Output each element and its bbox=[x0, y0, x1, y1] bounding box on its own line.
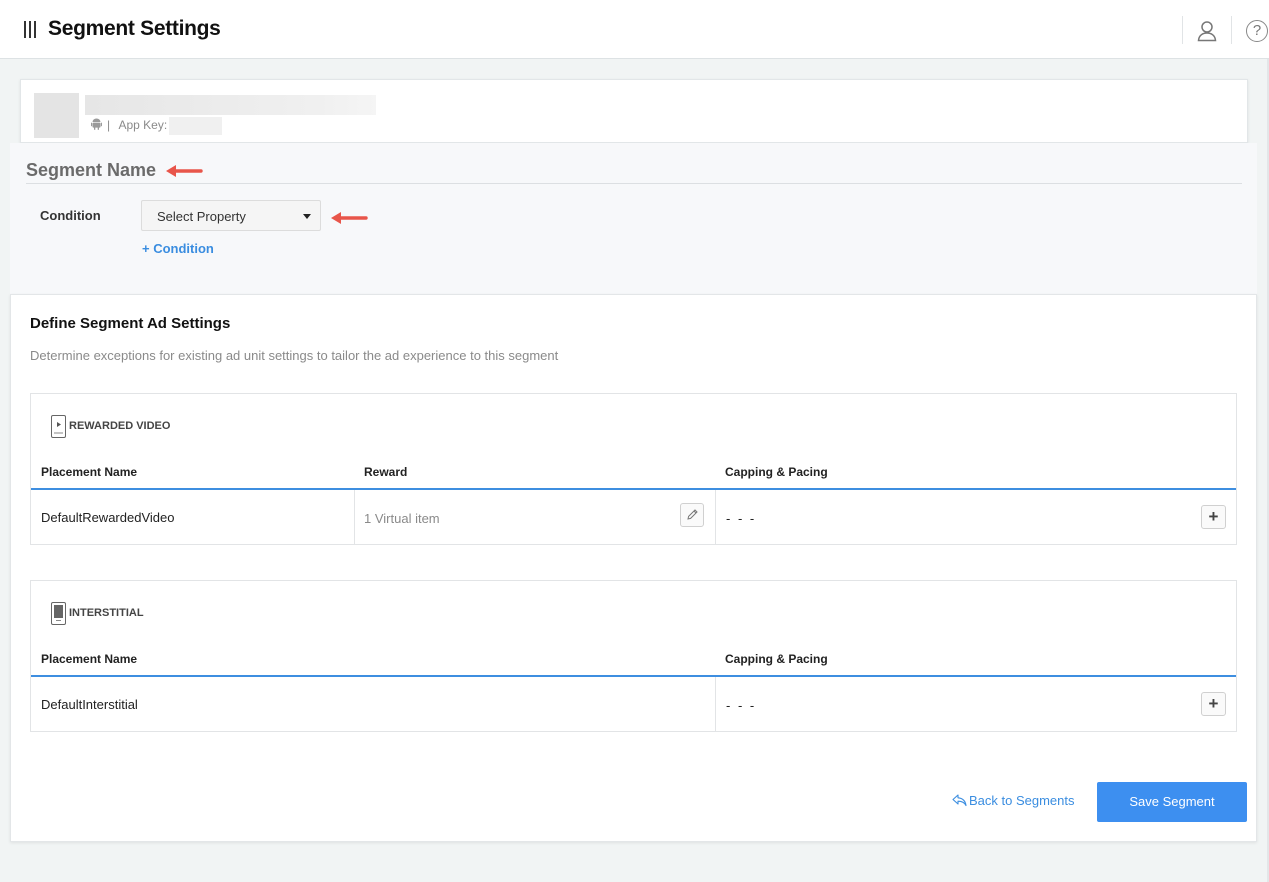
heading-rule bbox=[26, 183, 1242, 184]
app-name-redacted bbox=[85, 95, 376, 115]
condition-label: Condition bbox=[40, 208, 101, 223]
add-condition-link[interactable]: + Condition bbox=[142, 241, 214, 256]
column-divider bbox=[354, 490, 355, 544]
reward-cell: 1 Virtual item bbox=[364, 511, 440, 526]
capping-cell: - - - bbox=[726, 511, 757, 526]
caret-down-icon bbox=[303, 214, 311, 219]
ad-settings-panel bbox=[10, 294, 1257, 842]
rewarded-video-section: REWARDED VIDEO Placement Name Reward Cap… bbox=[30, 393, 1237, 545]
column-header-reward: Reward bbox=[364, 465, 408, 479]
interstitial-section: INTERSTITIAL Placement Name Capping & Pa… bbox=[30, 580, 1237, 732]
placement-name-cell: DefaultInterstitial bbox=[41, 697, 138, 712]
ad-settings-title: Define Segment Ad Settings bbox=[30, 315, 231, 332]
rewarded-video-title: REWARDED VIDEO bbox=[69, 420, 171, 432]
header-rule bbox=[31, 488, 1236, 490]
annotation-arrow-icon bbox=[166, 165, 203, 177]
column-header-capping: Capping & Pacing bbox=[725, 652, 828, 666]
back-to-segments-label: Back to Segments bbox=[969, 793, 1075, 808]
app-key-text: App Key: bbox=[118, 118, 168, 132]
app-key-label: | App Key: bbox=[107, 118, 167, 132]
back-arrow-icon bbox=[952, 794, 967, 807]
header-rule bbox=[31, 675, 1236, 677]
column-header-placement: Placement Name bbox=[41, 465, 138, 479]
select-property-dropdown[interactable]: Select Property bbox=[141, 200, 321, 231]
edit-reward-button[interactable] bbox=[680, 503, 704, 527]
column-header-placement: Placement Name bbox=[41, 652, 138, 666]
column-header-capping: Capping & Pacing bbox=[725, 465, 828, 479]
divider bbox=[1182, 16, 1183, 44]
add-capping-button[interactable]: + bbox=[1201, 692, 1226, 716]
rewarded-video-icon bbox=[51, 415, 66, 438]
android-icon bbox=[91, 117, 102, 130]
select-property-label: Select Property bbox=[157, 209, 246, 224]
page-title: Segment Settings bbox=[48, 17, 221, 40]
interstitial-icon bbox=[51, 602, 66, 625]
placement-name-cell: DefaultRewardedVideo bbox=[41, 510, 175, 525]
segment-name-heading[interactable]: Segment Name bbox=[26, 160, 156, 181]
help-icon[interactable]: ? bbox=[1246, 20, 1268, 42]
user-icon[interactable] bbox=[1197, 20, 1217, 42]
app-thumbnail bbox=[34, 93, 79, 138]
app-card: | App Key: bbox=[20, 79, 1248, 143]
capping-cell: - - - bbox=[726, 698, 757, 713]
separator: | bbox=[107, 118, 111, 132]
save-segment-button[interactable]: Save Segment bbox=[1097, 782, 1247, 822]
ad-settings-description: Determine exceptions for existing ad uni… bbox=[30, 348, 559, 363]
back-to-segments-link[interactable]: Back to Segments bbox=[952, 793, 1075, 808]
menu-icon[interactable] bbox=[24, 21, 38, 38]
add-capping-button[interactable]: + bbox=[1201, 505, 1226, 529]
pencil-icon bbox=[687, 509, 698, 520]
annotation-arrow-icon bbox=[331, 212, 368, 224]
column-divider bbox=[715, 677, 716, 731]
divider bbox=[1231, 16, 1232, 44]
column-divider bbox=[715, 490, 716, 544]
app-key-value-redacted bbox=[169, 117, 222, 135]
interstitial-title: INTERSTITIAL bbox=[69, 607, 144, 619]
top-bar: Segment Settings ? bbox=[0, 0, 1269, 59]
